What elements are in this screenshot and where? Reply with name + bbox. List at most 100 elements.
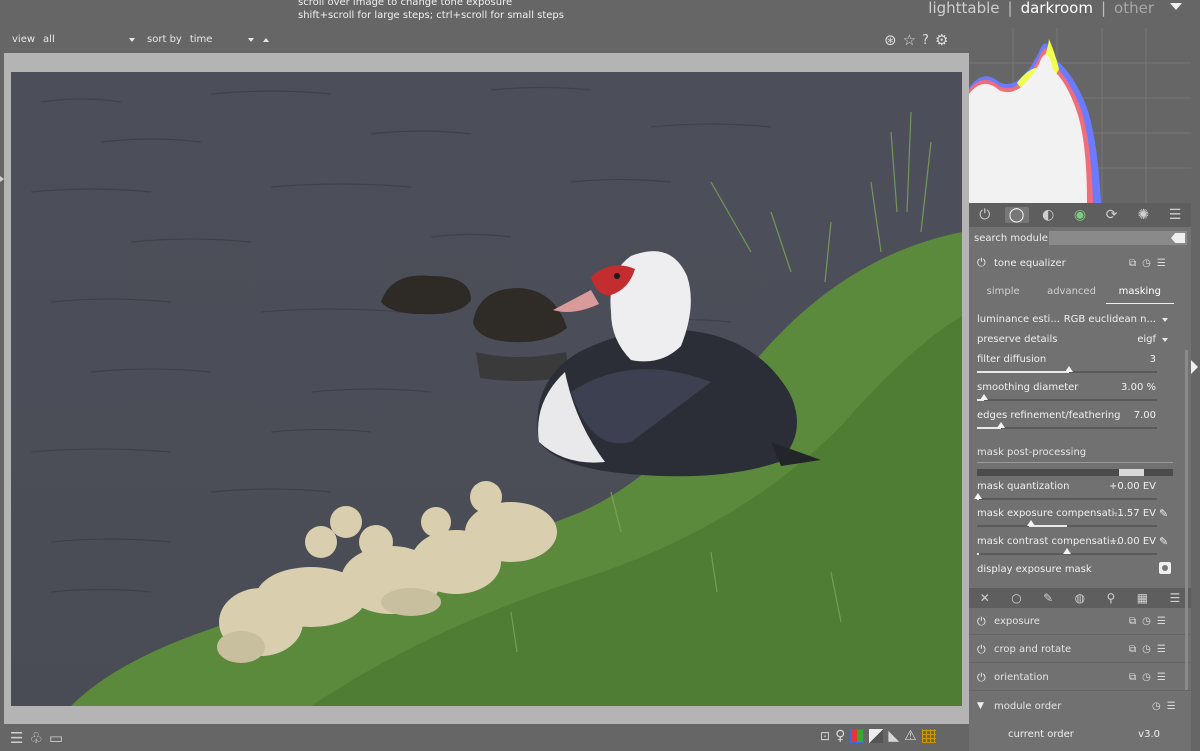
power-icon[interactable]: ⏻ [977, 671, 991, 685]
right-panel-arrow-icon[interactable] [1191, 360, 1198, 374]
tab-masking[interactable]: masking [1105, 286, 1174, 304]
second-window-icon[interactable]: ▭ [49, 729, 63, 747]
main-image[interactable] [11, 72, 962, 706]
preserve-value[interactable]: eigf [1137, 334, 1156, 345]
power-icon[interactable]: ⏻ [977, 643, 991, 657]
reset-icon[interactable]: ◷ [1152, 701, 1161, 712]
module-header-module-order[interactable]: ▼ module order ◷ ☰ [969, 693, 1191, 719]
color-picker-icon[interactable]: ⊛ [884, 32, 897, 49]
multi-instance-icon[interactable]: ⧉ [1129, 672, 1136, 683]
tab-active-modules-power-icon[interactable]: ⏻ [973, 207, 997, 223]
expand-triangle-icon[interactable]: ▼ [977, 701, 991, 711]
reset-mask-icon[interactable]: ✕ [980, 591, 990, 605]
smoothing-slider[interactable] [977, 394, 1157, 401]
mask-contrast-compensation-row[interactable]: mask contrast compensati... +0.00 EV [977, 536, 1172, 547]
exposure-compensation-slider[interactable] [977, 520, 1157, 527]
slider-knob[interactable] [1065, 366, 1073, 372]
mask-exposure-compensation-row[interactable]: mask exposure compensati... -1.57 EV [977, 508, 1172, 519]
pattern-icon[interactable]: ▦ [1137, 591, 1148, 605]
multi-instance-icon[interactable]: ⧉ [1129, 644, 1136, 655]
gear-icon[interactable]: ⚙ [935, 32, 948, 49]
color-assessment-icon[interactable] [850, 729, 865, 743]
softproof-icon[interactable] [869, 729, 884, 743]
view-dropdown-icon[interactable] [129, 37, 136, 42]
search-input[interactable] [1049, 231, 1187, 245]
module-header-orientation[interactable]: ⏻ orientation ⧉ ◷ ☰ [969, 665, 1191, 691]
sort-order-icon[interactable] [262, 37, 269, 42]
slider-knob[interactable] [974, 493, 982, 499]
tab-color-icon[interactable]: ◉ [1068, 207, 1092, 223]
display-mask-toggle[interactable] [1159, 562, 1171, 574]
power-icon[interactable]: ⏻ [977, 256, 991, 270]
presets-icon[interactable]: ☰ [1157, 258, 1166, 269]
menu-icon[interactable]: ☰ [10, 729, 23, 747]
multi-instance-icon[interactable]: ⧉ [1129, 616, 1136, 627]
tab-base-circle-icon[interactable]: ◯ [1004, 207, 1029, 223]
help-icon[interactable]: ? [922, 32, 929, 49]
focus-peaking-icon[interactable]: ⊡ [820, 729, 830, 743]
quant-label: mask quantization [977, 481, 1070, 492]
guides-icon[interactable] [921, 729, 936, 743]
display-mask-row: display exposure mask [977, 564, 1172, 575]
contrast-picker-icon[interactable]: ✎ [1159, 535, 1168, 548]
preserve-dropdown-icon[interactable] [1162, 338, 1168, 342]
slider-knob[interactable] [1063, 548, 1071, 554]
reset-icon[interactable]: ◷ [1142, 258, 1151, 269]
histogram[interactable] [969, 28, 1191, 203]
sort-dropdown-icon[interactable] [247, 37, 254, 42]
multi-instance-icon[interactable]: ⧉ [1129, 258, 1136, 269]
bulb-icon[interactable]: ♀ [835, 728, 845, 744]
exposure-picker-icon[interactable]: ✎ [1159, 507, 1168, 520]
mask-quantization-row[interactable]: mask quantization +0.00 EV [977, 481, 1172, 492]
tab-correct-icon[interactable]: ⟳ [1100, 207, 1124, 223]
reset-icon[interactable]: ◷ [1142, 616, 1151, 627]
module-header-crop-rotate[interactable]: ⏻ crop and rotate ⧉ ◷ ☰ [969, 637, 1191, 663]
tab-advanced[interactable]: advanced [1037, 286, 1105, 304]
edges-refinement-row[interactable]: edges refinement/feathering 7.00 [977, 410, 1172, 421]
circle-icon[interactable]: ○ [1011, 591, 1021, 605]
luminance-estimator-row[interactable]: luminance esti... RGB euclidean n... [977, 314, 1172, 325]
power-icon[interactable]: ⏻ [977, 615, 991, 629]
quantization-slider[interactable] [974, 493, 1157, 500]
right-panel-scrollbar[interactable] [1185, 350, 1188, 690]
tab-effect-icon[interactable]: ✺ [1131, 207, 1155, 223]
module-order-row: current order v3.0 [1008, 729, 1168, 740]
edges-label: edges refinement/feathering [977, 410, 1121, 421]
reset-icon[interactable]: ◷ [1142, 644, 1151, 655]
lens-icon[interactable]: ⚲ [1106, 591, 1115, 605]
slider-knob[interactable] [997, 422, 1005, 428]
filter-diffusion-slider[interactable] [977, 366, 1157, 373]
view-select[interactable]: all [43, 34, 129, 45]
warning-icon[interactable]: ⚠ [904, 728, 917, 744]
module-header-exposure[interactable]: ⏻ exposure ⧉ ◷ ☰ [969, 609, 1191, 635]
view-darkroom[interactable]: darkroom [1021, 0, 1093, 17]
tab-menu-icon[interactable]: ☰ [1163, 207, 1187, 223]
tab-simple[interactable]: simple [969, 286, 1037, 304]
slider-knob[interactable] [980, 394, 988, 400]
slider-knob[interactable] [1027, 520, 1035, 526]
menu-icon[interactable]: ☰ [1169, 591, 1180, 605]
contrast-compensation-slider[interactable] [977, 548, 1157, 555]
tab-tone-gradient-icon[interactable]: ◐ [1036, 207, 1060, 223]
tone-icon[interactable]: ◍ [1075, 591, 1085, 605]
styles-icon[interactable]: ♧ [29, 729, 42, 747]
reset-icon[interactable]: ◷ [1142, 672, 1151, 683]
luminance-value[interactable]: RGB euclidean n... [1064, 314, 1156, 325]
filter-diffusion-row[interactable]: filter diffusion 3 [977, 354, 1172, 365]
presets-icon[interactable]: ☰ [1157, 616, 1166, 627]
preserve-details-row[interactable]: preserve details eigf [977, 334, 1172, 345]
view-other[interactable]: other [1114, 0, 1154, 17]
brush-icon[interactable]: ✎ [1043, 591, 1053, 605]
gamut-check-icon[interactable]: ◣ [888, 728, 899, 744]
collapse-top-arrow-icon[interactable] [1170, 3, 1182, 10]
presets-icon[interactable]: ☰ [1157, 672, 1166, 683]
edges-slider[interactable] [977, 422, 1157, 429]
star-icon[interactable]: ☆ [903, 32, 916, 49]
smoothing-diameter-row[interactable]: smoothing diameter 3.00 % [977, 382, 1172, 393]
sort-select[interactable]: time [190, 34, 248, 45]
luminance-dropdown-icon[interactable] [1162, 318, 1168, 322]
presets-icon[interactable]: ☰ [1157, 644, 1166, 655]
module-header-tone-equalizer[interactable]: ⏻ tone equalizer ⧉ ◷ ☰ [969, 250, 1191, 276]
view-lighttable[interactable]: lighttable [928, 0, 999, 17]
presets-icon[interactable]: ☰ [1167, 701, 1176, 712]
